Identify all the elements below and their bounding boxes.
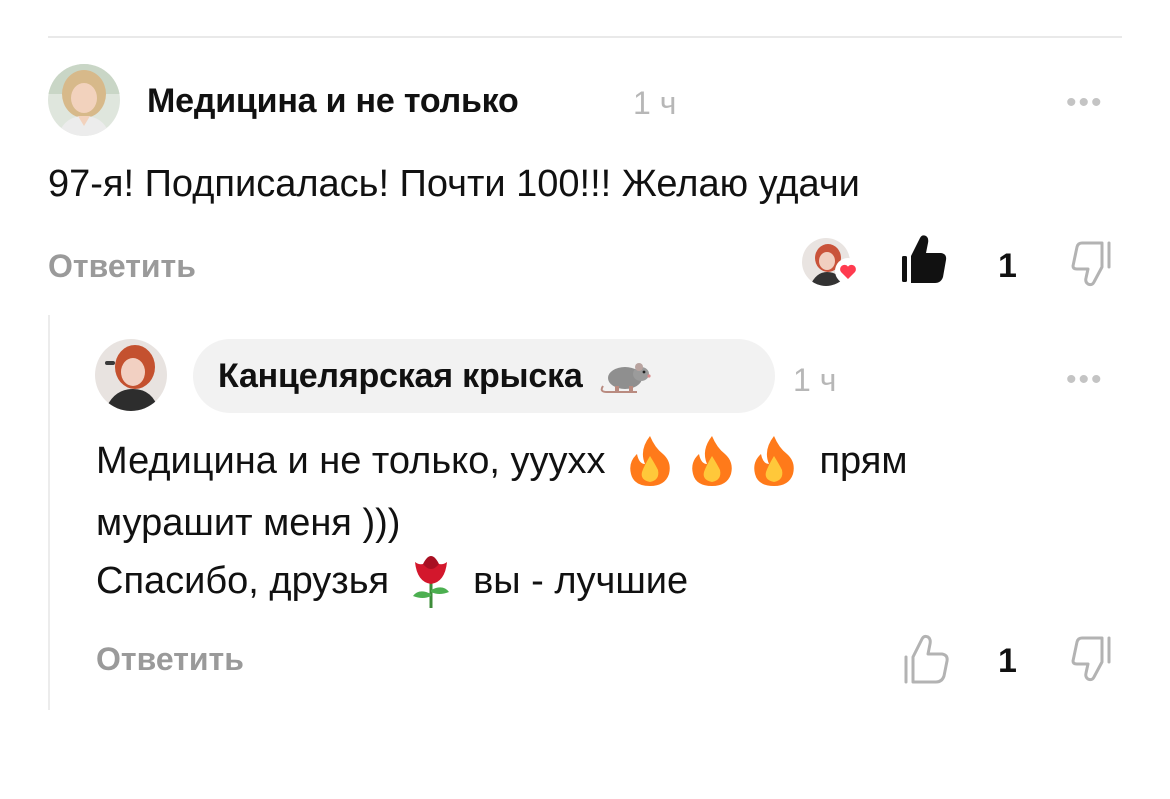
reply-text-line-3: Спасибо, друзья вы - лучшие: [96, 550, 688, 612]
reply-text-line3-start: Спасибо, друзья: [96, 560, 390, 602]
reply-text-line-2: мурашит меня ))): [96, 502, 401, 544]
reply-like-button[interactable]: [898, 630, 952, 686]
thumbs-down-icon: [1071, 241, 1111, 287]
reply-text-end: прям: [819, 440, 908, 482]
reply-text-line-1: Медицина и не только, уууxx прям: [96, 430, 907, 492]
more-icon: •••: [1066, 363, 1104, 396]
reply-author-avatar[interactable]: [95, 339, 167, 411]
comment-author-avatar[interactable]: [48, 64, 120, 136]
thumbs-down-icon: [1071, 636, 1111, 682]
fire-emoji-icon: [749, 434, 799, 488]
reply-reply-button[interactable]: Ответить: [96, 641, 244, 678]
reply-author-pill[interactable]: Канцелярская крыска: [193, 339, 775, 413]
reply-text-start: Медицина и не только, уууxx: [96, 440, 606, 482]
top-divider: [48, 36, 1122, 38]
reply-dislike-button[interactable]: [1066, 633, 1118, 685]
comment-timestamp: 1 ч: [633, 85, 677, 121]
fire-emoji-icon: [687, 434, 737, 488]
reply-like-count: 1: [998, 642, 1017, 680]
comment-text: 97-я! Подписалась! Почти 100!!! Желаю уд…: [48, 163, 860, 205]
rose-emoji-icon: [405, 552, 457, 610]
heart-badge-icon: [835, 258, 861, 284]
comment-reply-button[interactable]: Ответить: [48, 248, 196, 285]
reply-more-button[interactable]: •••: [1066, 365, 1104, 395]
more-icon: •••: [1066, 86, 1104, 119]
reply-text-line3-end: вы - лучшие: [473, 560, 689, 602]
author-liked-badge: [802, 238, 864, 290]
rat-emoji: [597, 356, 653, 396]
like-button[interactable]: [896, 230, 950, 286]
thumbs-up-outline-icon: [904, 634, 949, 684]
like-count: 1: [998, 247, 1017, 285]
thumbs-up-filled-icon: [902, 235, 947, 283]
comment-more-button[interactable]: •••: [1066, 88, 1104, 118]
fire-emoji-icon: [625, 434, 675, 488]
dislike-button[interactable]: [1066, 238, 1118, 290]
reply-thread-line: [48, 315, 50, 710]
comment-author-name[interactable]: Медицина и не только: [147, 82, 519, 121]
reply-author-name: Канцелярская крыска: [218, 356, 583, 395]
reply-timestamp: 1 ч: [793, 362, 837, 398]
